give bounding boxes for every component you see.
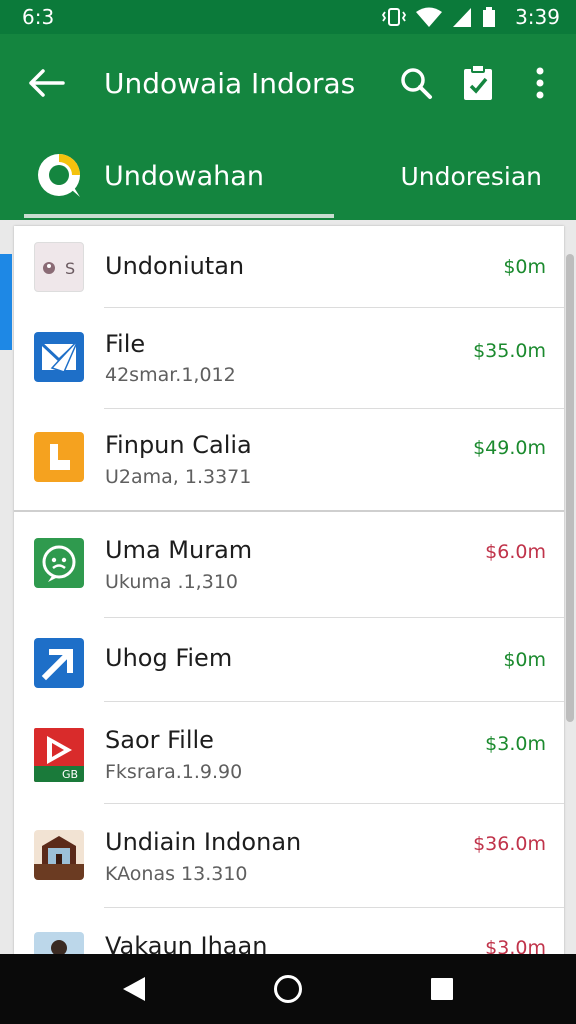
search-button[interactable] bbox=[390, 57, 442, 109]
signal-icon bbox=[451, 6, 473, 28]
list-item[interactable]: Vakaun Ihaan $3.0m bbox=[14, 908, 564, 956]
list-item[interactable]: File 42smar.1,012 $35.0m bbox=[14, 308, 564, 409]
status-icons: 3:39 bbox=[381, 5, 560, 29]
item-amount: $3.0m bbox=[485, 733, 546, 755]
item-amount: $36.0m bbox=[473, 833, 546, 855]
nav-home-button[interactable] bbox=[263, 964, 313, 1014]
item-title: Uhog Fiem bbox=[105, 644, 233, 672]
item-subtitle: KAonas 13.310 bbox=[105, 863, 248, 885]
chat-logo-icon bbox=[38, 154, 80, 197]
list-item[interactable]: S Undoniutan $0m bbox=[14, 226, 564, 308]
pill-toggle-icon: S bbox=[34, 242, 84, 292]
status-time: 3:39 bbox=[515, 5, 560, 29]
scrollbar[interactable] bbox=[566, 254, 574, 722]
square-recents-icon bbox=[431, 978, 453, 1000]
clipboard-button[interactable] bbox=[452, 57, 504, 109]
item-subtitle: U2ama, 1.3371 bbox=[105, 466, 252, 488]
edge-accent bbox=[0, 254, 12, 350]
tab-undoresian[interactable]: Undoresian bbox=[400, 132, 542, 220]
arrow-back-icon bbox=[29, 69, 65, 97]
person-photo-icon bbox=[34, 932, 84, 956]
item-subtitle: Fksrara.1.9.90 bbox=[105, 761, 243, 783]
back-button[interactable] bbox=[16, 53, 76, 113]
clipboard-check-icon bbox=[464, 64, 492, 100]
item-title: Finpun Calia bbox=[105, 431, 252, 459]
nav-back-button[interactable] bbox=[109, 964, 159, 1014]
item-amount: $49.0m bbox=[473, 437, 546, 459]
orange-b-icon bbox=[34, 432, 84, 482]
app-bar: Undowaia Indoras bbox=[0, 34, 576, 132]
app-title: Undowaia Indoras bbox=[104, 66, 356, 100]
list-item[interactable]: Finpun Calia U2ama, 1.3371 $49.0m bbox=[14, 409, 564, 512]
house-photo-icon bbox=[34, 830, 84, 880]
vibrate-icon bbox=[381, 6, 407, 28]
item-title: Undoniutan bbox=[105, 252, 245, 280]
tab-label: Undowahan bbox=[104, 160, 264, 192]
tab-undowahan[interactable]: Undowahan bbox=[24, 132, 334, 220]
battery-icon bbox=[481, 6, 497, 28]
system-nav-bar bbox=[0, 954, 576, 1024]
item-title: File bbox=[105, 330, 146, 358]
tab-bar: Undowahan Undoresian bbox=[0, 132, 576, 220]
item-title: Saor Fille bbox=[105, 726, 214, 754]
wifi-icon bbox=[415, 6, 443, 28]
item-title: Undiain Indonan bbox=[105, 828, 302, 856]
mail-plane-icon bbox=[34, 332, 84, 382]
active-tab-indicator bbox=[24, 214, 334, 218]
list-item[interactable]: Undiain Indonan KAonas 13.310 $36.0m bbox=[14, 804, 564, 908]
tab-label: Undoresian bbox=[400, 161, 542, 191]
item-amount: $0m bbox=[503, 256, 546, 278]
list-item[interactable]: GB Saor Fille Fksrara.1.9.90 $3.0m bbox=[14, 702, 564, 804]
more-vert-icon bbox=[536, 67, 544, 99]
status-left-text: 6:3 bbox=[22, 5, 55, 29]
item-title: Uma Muram bbox=[105, 536, 253, 564]
search-icon bbox=[401, 68, 432, 99]
more-options-button[interactable] bbox=[514, 57, 566, 109]
item-subtitle: Ukuma .1,310 bbox=[105, 571, 238, 593]
nav-recents-button[interactable] bbox=[417, 964, 467, 1014]
status-bar: 6:3 3:39 bbox=[0, 0, 576, 34]
list-item[interactable]: Uhog Fiem $0m bbox=[14, 618, 564, 702]
item-title: Vakaun Ihaan bbox=[105, 932, 268, 956]
item-amount: $6.0m bbox=[485, 541, 546, 563]
item-subtitle: 42smar.1,012 bbox=[105, 364, 236, 386]
triangle-back-icon bbox=[123, 977, 145, 1001]
blue-arrow-icon bbox=[34, 638, 84, 688]
circle-home-icon bbox=[274, 975, 302, 1003]
transaction-list[interactable]: S Undoniutan $0m File 42smar.1,012 $35.0… bbox=[14, 226, 564, 956]
item-amount: $35.0m bbox=[473, 340, 546, 362]
list-item[interactable]: Uma Muram Ukuma .1,310 $6.0m bbox=[14, 512, 564, 618]
green-chat-icon bbox=[34, 538, 84, 588]
item-amount: $0m bbox=[503, 649, 546, 671]
icon-badge-text: GB bbox=[62, 768, 78, 781]
play-red-icon: GB bbox=[34, 728, 84, 782]
svg-text:S: S bbox=[65, 259, 75, 278]
